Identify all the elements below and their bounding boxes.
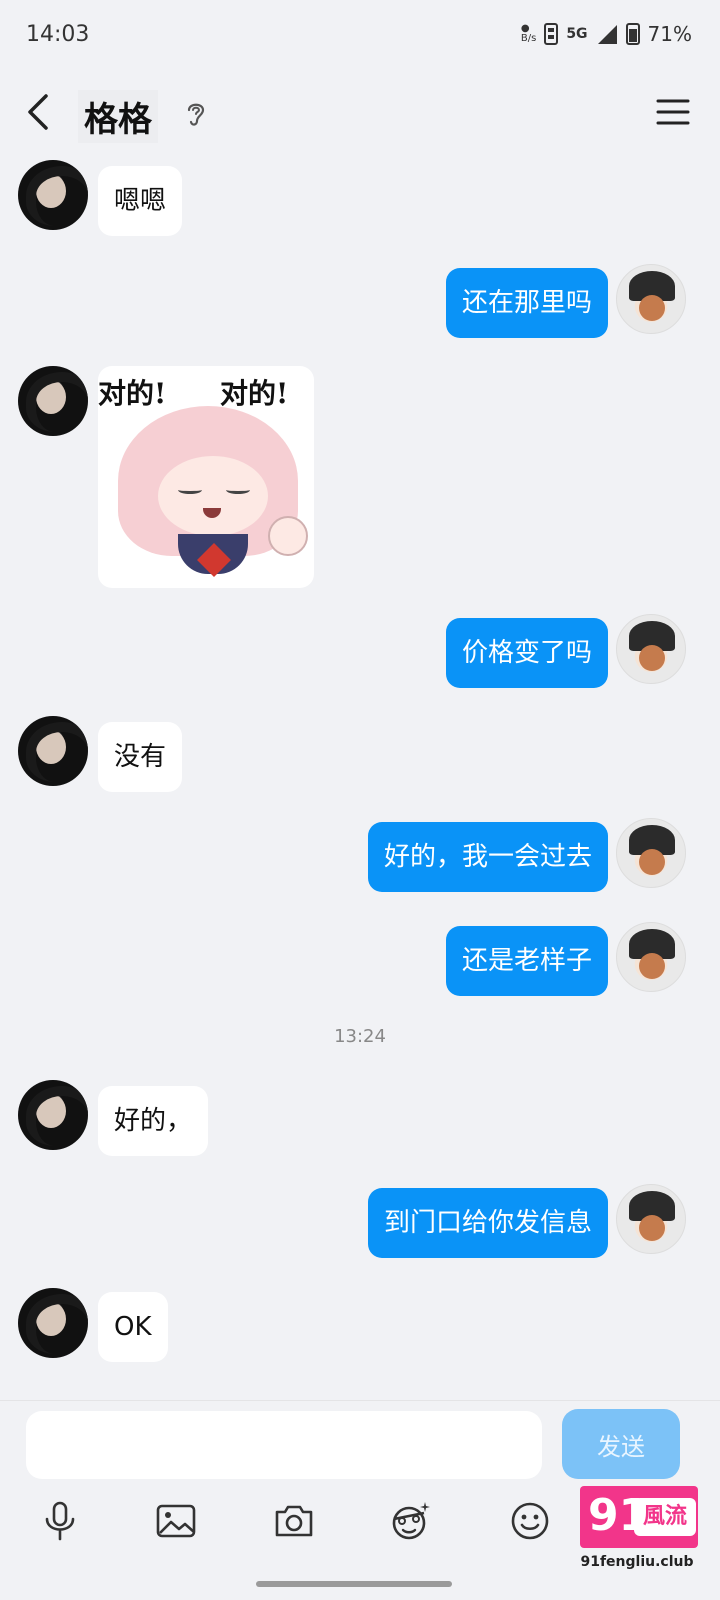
back-arrow-icon[interactable] xyxy=(18,90,62,134)
battery-icon xyxy=(625,23,640,45)
battery-percent: 71% xyxy=(647,22,692,46)
emoji-icon[interactable] xyxy=(508,1499,552,1543)
message-row-incoming: 好的， xyxy=(0,1080,720,1160)
message-bubble-outgoing[interactable]: 到门口给你发信息 xyxy=(367,1188,608,1258)
sticker-hand xyxy=(268,516,308,556)
message-bubble-outgoing[interactable]: 还是老样子 xyxy=(445,926,608,996)
message-bubble-outgoing[interactable]: 价格变了吗 xyxy=(445,618,608,688)
menu-icon[interactable] xyxy=(656,98,690,126)
message-timestamp: 13:24 xyxy=(334,1026,386,1047)
user-avatar[interactable] xyxy=(616,1184,686,1254)
message-row-incoming: 对的! 对的! xyxy=(0,366,720,596)
status-time: 14:03 xyxy=(26,22,90,47)
sticker-image[interactable]: 对的! 对的! xyxy=(98,366,314,588)
contact-avatar[interactable] xyxy=(18,160,88,230)
watermark-url: 91fengliu.club xyxy=(580,1554,694,1570)
camera-icon[interactable] xyxy=(272,1499,316,1543)
chat-title: 格格 xyxy=(78,90,158,143)
message-row-incoming: OK xyxy=(0,1288,720,1368)
sim-icon xyxy=(544,23,559,45)
ear-icon[interactable] xyxy=(182,98,210,128)
status-bar: 14:03 ● B/s 5G 71% xyxy=(0,0,720,70)
sticker-caption-right: 对的! xyxy=(220,377,289,410)
microphone-icon[interactable] xyxy=(38,1499,82,1543)
message-input[interactable] xyxy=(26,1411,542,1479)
watermark: 91 風流 91fengliu.club xyxy=(576,1486,698,1596)
image-icon[interactable] xyxy=(154,1499,198,1543)
message-row-outgoing: 到门口给你发信息 xyxy=(0,1184,720,1264)
sticker-eye xyxy=(226,486,250,494)
message-row-outgoing: 价格变了吗 xyxy=(0,614,720,694)
sticker-eye xyxy=(178,486,202,494)
sticker-face-icon[interactable] xyxy=(388,1499,432,1543)
user-avatar[interactable] xyxy=(616,614,686,684)
watermark-logo: 91 風流 xyxy=(580,1486,698,1548)
user-avatar[interactable] xyxy=(616,264,686,334)
message-row-outgoing: 还在那里吗 xyxy=(0,264,720,344)
user-avatar[interactable] xyxy=(616,922,686,992)
network-type: 5G xyxy=(566,26,588,42)
sticker-caption-left: 对的! xyxy=(98,377,167,410)
home-indicator[interactable] xyxy=(256,1581,452,1587)
message-row-outgoing: 还是老样子 xyxy=(0,922,720,1002)
message-row-incoming: 没有 xyxy=(0,716,720,796)
message-list[interactable]: 嗯嗯 还在那里吗 对的! 对的! 价格变了吗 没有 好的，我一会过去 还是老样子… xyxy=(0,160,720,1400)
message-row-outgoing: 好的，我一会过去 xyxy=(0,818,720,898)
message-bubble-outgoing[interactable]: 还在那里吗 xyxy=(445,268,608,338)
user-avatar[interactable] xyxy=(616,818,686,888)
watermark-label: 風流 xyxy=(634,1498,696,1536)
contact-avatar[interactable] xyxy=(18,716,88,786)
message-bubble-incoming[interactable]: OK xyxy=(98,1292,168,1362)
contact-avatar[interactable] xyxy=(18,366,88,436)
net-speed-icon: ● B/s xyxy=(520,23,537,44)
chat-header: 格格 xyxy=(0,70,720,160)
status-icons: ● B/s 5G 71% xyxy=(521,22,692,46)
message-bubble-incoming[interactable]: 没有 xyxy=(98,722,183,792)
message-row-incoming: 嗯嗯 xyxy=(0,160,720,240)
message-bubble-outgoing[interactable]: 好的，我一会过去 xyxy=(367,822,608,892)
message-bubble-incoming[interactable]: 嗯嗯 xyxy=(98,166,183,236)
contact-avatar[interactable] xyxy=(18,1080,88,1150)
sticker-face xyxy=(158,456,268,536)
contact-avatar[interactable] xyxy=(18,1288,88,1358)
signal-icon xyxy=(597,25,617,44)
send-button[interactable]: 发送 xyxy=(562,1409,680,1479)
message-bubble-incoming[interactable]: 好的， xyxy=(98,1086,209,1156)
